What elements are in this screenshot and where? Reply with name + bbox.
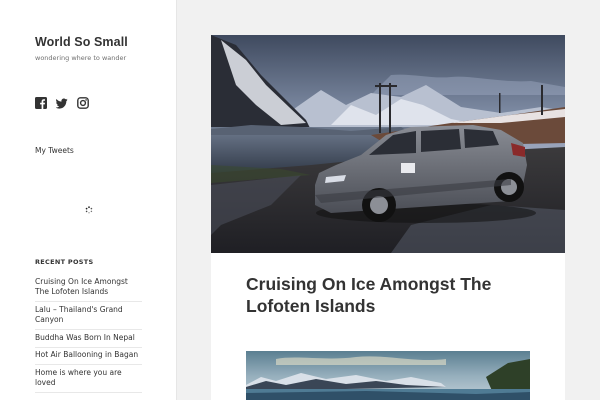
- recent-posts-heading: RECENT POSTS: [35, 258, 94, 266]
- social-links: [35, 97, 89, 109]
- post-content-image[interactable]: [246, 351, 530, 400]
- site-description: wondering where to wander: [35, 54, 127, 62]
- instagram-icon[interactable]: [77, 97, 89, 109]
- my-tweets-link[interactable]: My Tweets: [35, 146, 74, 155]
- sidebar: World So Small wondering where to wander…: [0, 0, 177, 400]
- site-title[interactable]: World So Small: [35, 35, 128, 49]
- featured-image[interactable]: [211, 35, 565, 253]
- recent-posts-list: Cruising On Ice Amongst The Lofoten Isla…: [35, 274, 142, 393]
- twitter-icon[interactable]: [56, 97, 68, 109]
- recent-post-link[interactable]: Home is where you are loved: [35, 365, 142, 393]
- post-title[interactable]: Cruising On Ice Amongst The Lofoten Isla…: [246, 273, 536, 317]
- post-article: Cruising On Ice Amongst The Lofoten Isla…: [211, 35, 565, 400]
- loading-spinner-icon: [85, 206, 93, 214]
- recent-post-link[interactable]: Buddha Was Born In Nepal: [35, 330, 142, 348]
- recent-post-link[interactable]: Hot Air Ballooning in Bagan: [35, 348, 142, 365]
- facebook-icon[interactable]: [35, 97, 47, 109]
- recent-post-link[interactable]: Cruising On Ice Amongst The Lofoten Isla…: [35, 274, 142, 302]
- recent-post-link[interactable]: Lalu – Thailand's Grand Canyon: [35, 302, 142, 330]
